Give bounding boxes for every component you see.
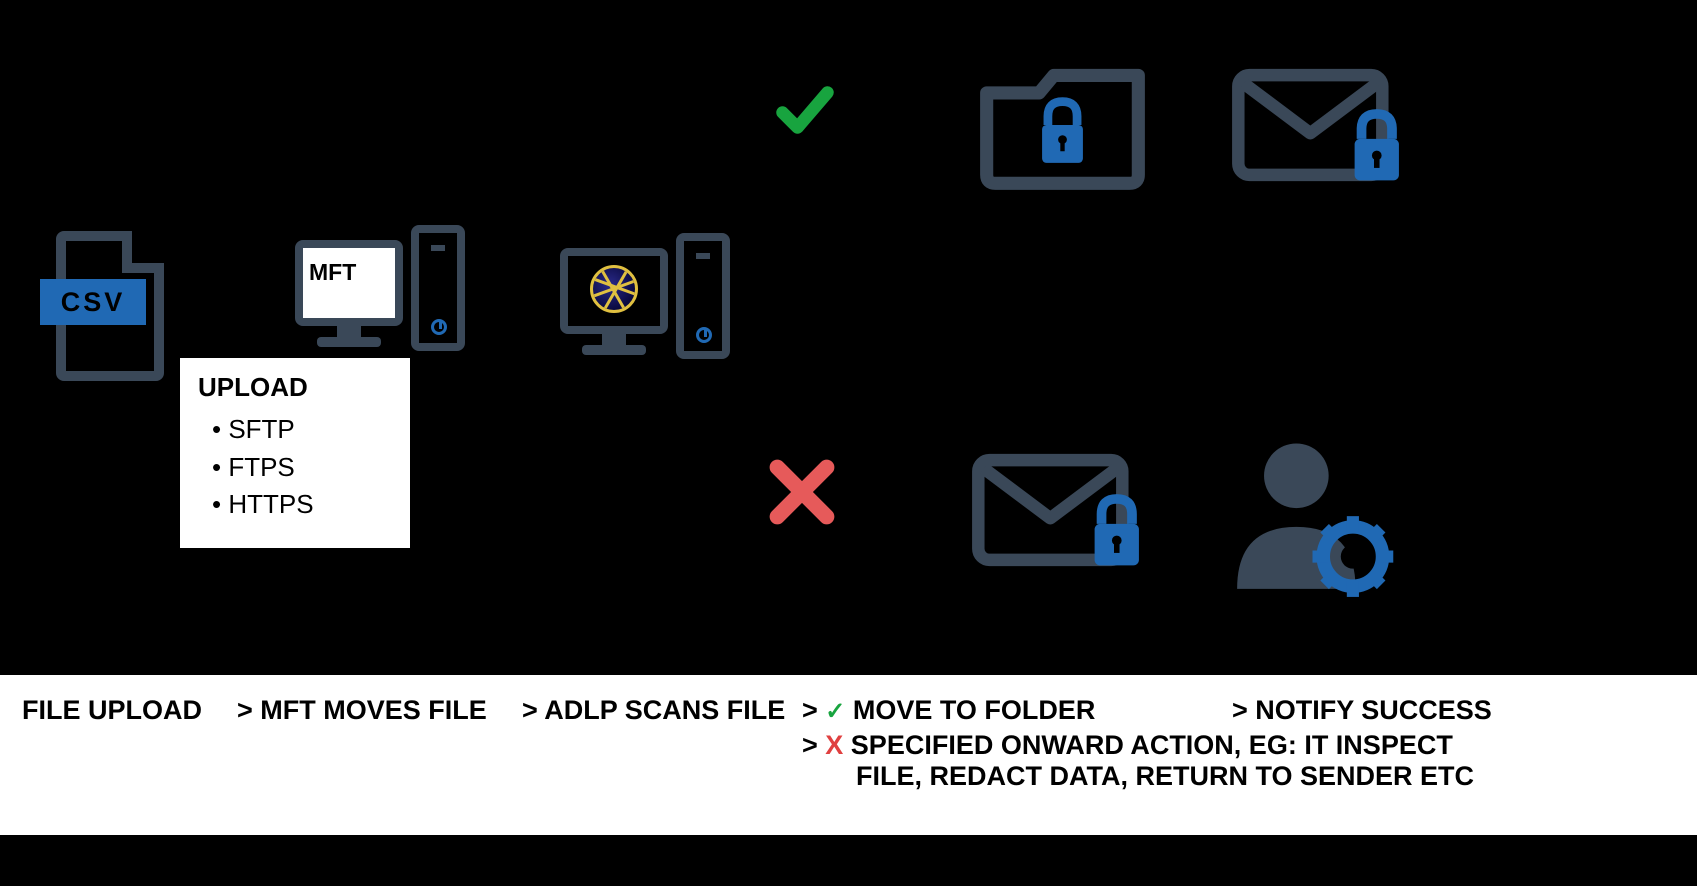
footer-step-1: FILE UPLOAD <box>22 695 237 726</box>
adlp-computer-icon <box>560 233 735 373</box>
footer-step-5: > NOTIFY SUCCESS <box>1232 695 1492 726</box>
mft-label: MFT <box>309 259 356 286</box>
locked-folder-icon <box>975 55 1150 195</box>
upload-protocol-sftp: SFTP <box>198 411 392 449</box>
csv-label: CSV <box>40 279 146 325</box>
globe-icon <box>590 265 638 313</box>
footer-step-3: > ADLP SCANS FILE <box>522 695 802 726</box>
locked-mail-icon <box>1230 55 1410 195</box>
user-gear-icon <box>1215 430 1410 605</box>
upload-protocols-box: UPLOAD SFTP FTPS HTTPS <box>180 358 410 548</box>
upload-protocol-ftps: FTPS <box>198 449 392 487</box>
x-glyph: X <box>825 730 843 760</box>
footer-fail-line2: FILE, REDACT DATA, RETURN TO SENDER ETC <box>802 761 1675 792</box>
x-icon <box>765 455 839 529</box>
mft-computer-icon: MFT <box>295 225 470 365</box>
footer-step-2: > MFT MOVES FILE <box>237 695 522 726</box>
check-icon <box>770 80 840 140</box>
upload-protocol-https: HTTPS <box>198 486 392 524</box>
locked-mail-icon <box>970 440 1150 580</box>
check-glyph: ✓ <box>825 698 845 725</box>
csv-file-icon: CSV <box>40 225 170 385</box>
footer-fail-line1: > X SPECIFIED ONWARD ACTION, EG: IT INSP… <box>802 730 1675 761</box>
footer-caption: FILE UPLOAD > MFT MOVES FILE > ADLP SCAN… <box>0 675 1697 835</box>
footer-step-4: > ✓ MOVE TO FOLDER <box>802 695 1232 726</box>
upload-title: UPLOAD <box>198 372 392 403</box>
